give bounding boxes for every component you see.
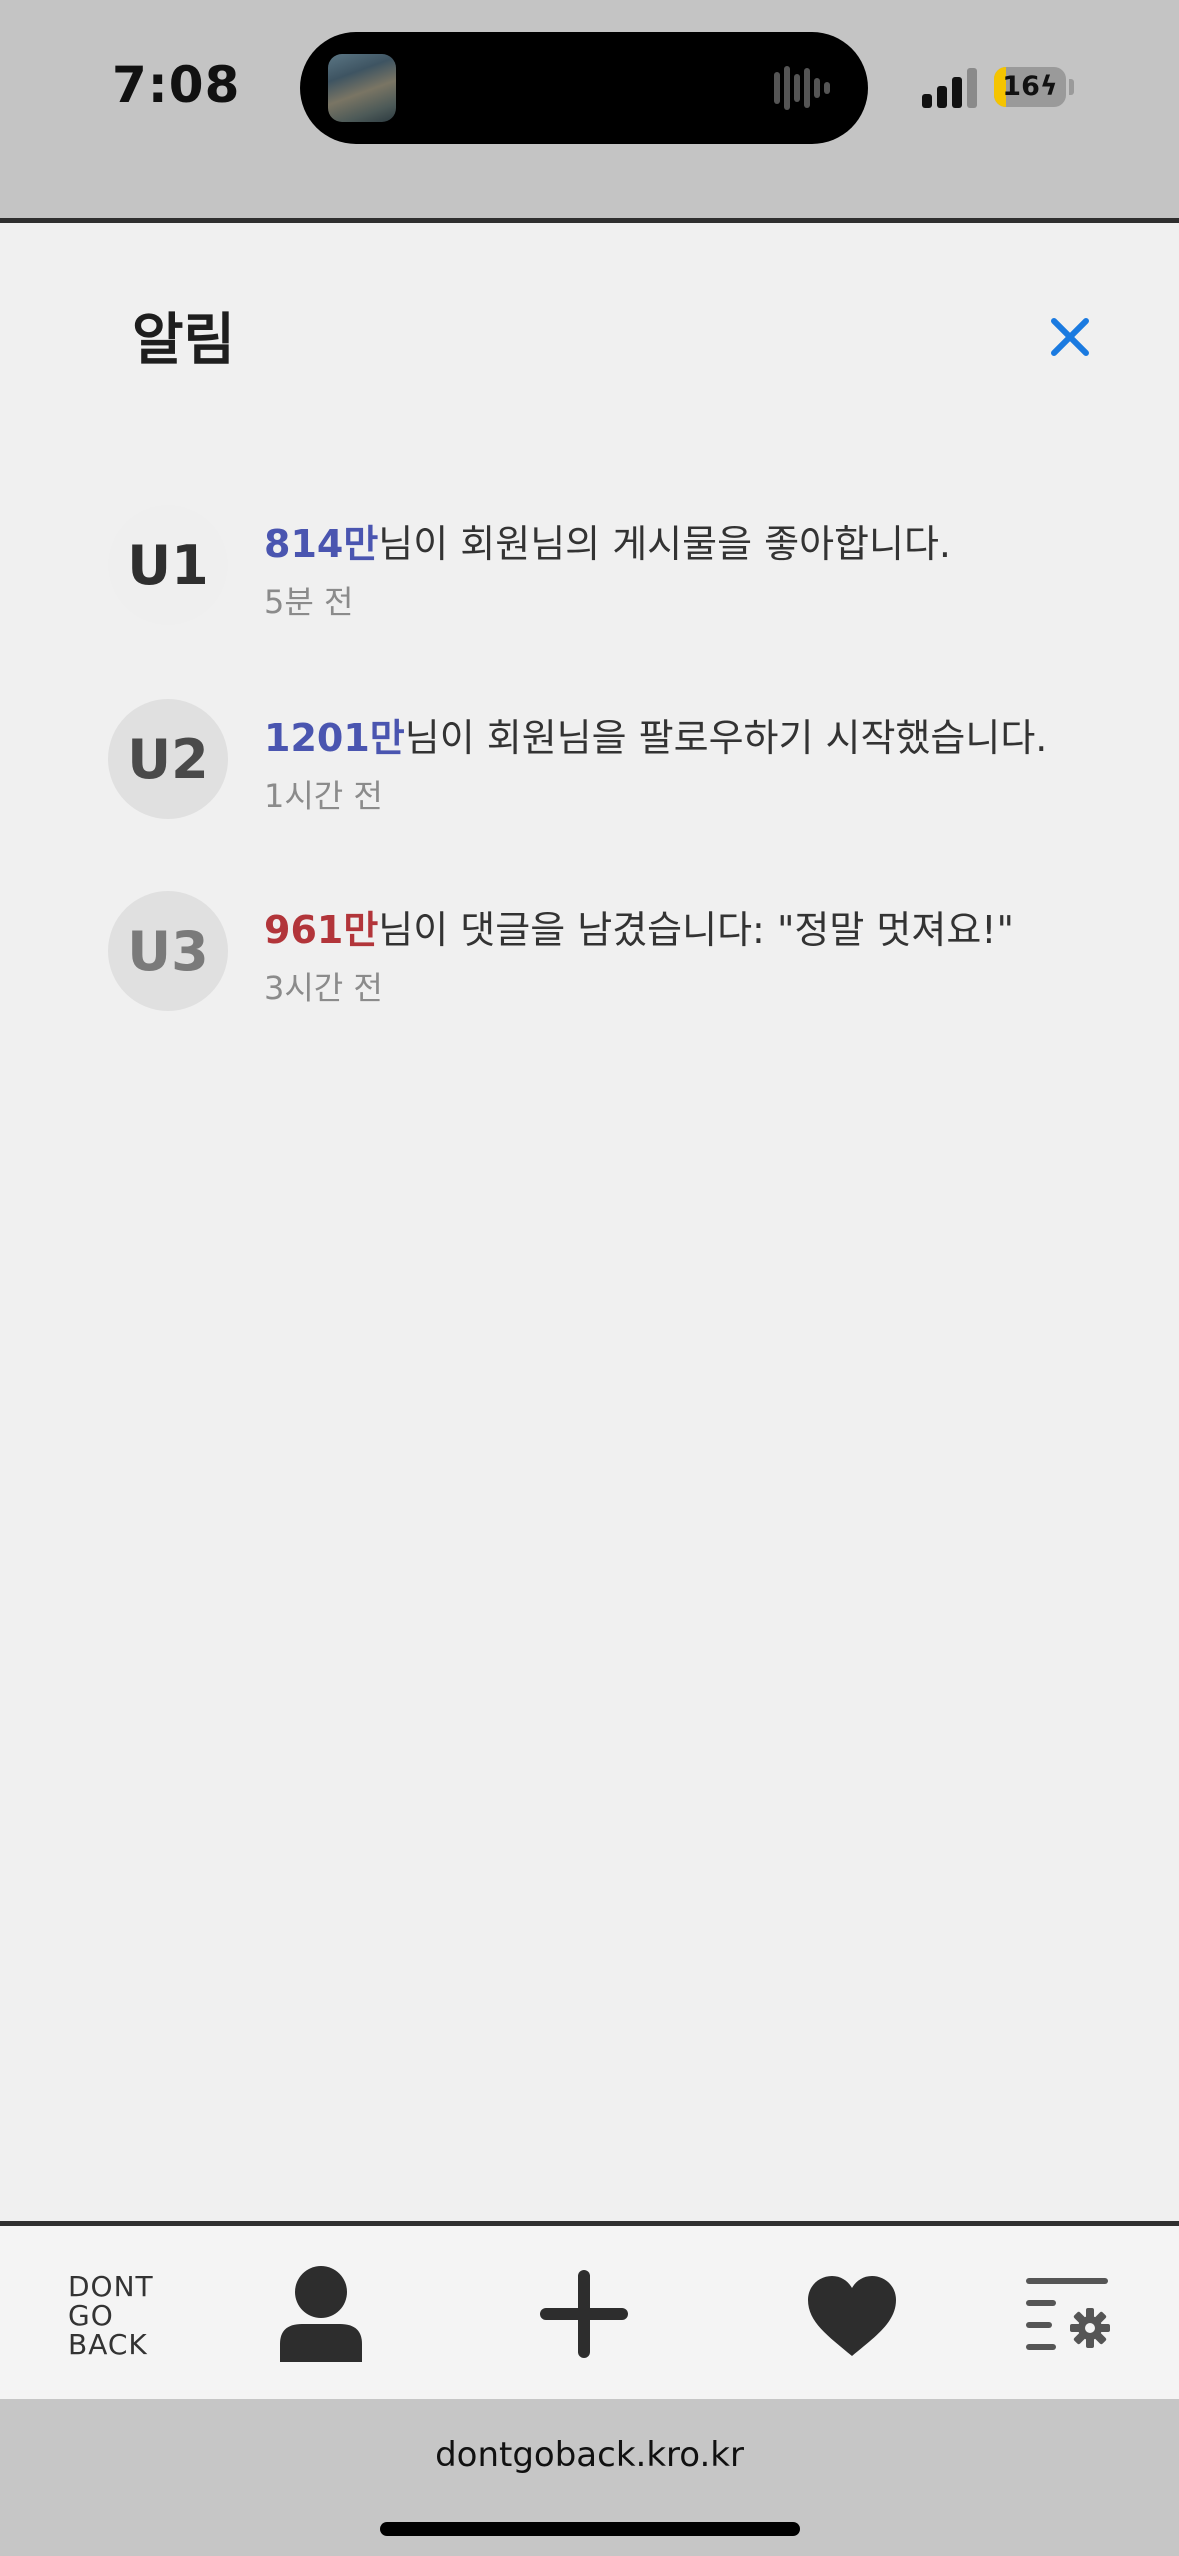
notification-time: 1시간 전	[264, 777, 383, 815]
list-settings-icon[interactable]	[1026, 2276, 1112, 2356]
battery-percent: 16	[1002, 71, 1040, 102]
avatar[interactable]: U3	[108, 891, 228, 1011]
notification-item[interactable]: U2 1201만님이 회원님을 팔로우하기 시작했습니다. 1시간 전	[108, 699, 1108, 819]
notification-user[interactable]: 1201만	[264, 716, 405, 760]
plus-icon[interactable]	[540, 2270, 628, 2358]
charging-bolt-icon: ϟ	[1039, 71, 1058, 102]
notification-time: 3시간 전	[264, 969, 383, 1007]
close-icon[interactable]	[1046, 313, 1094, 361]
notification-message: 님이 회원님의 게시물을 좋아합니다.	[378, 522, 952, 566]
avatar[interactable]: U2	[108, 699, 228, 819]
notification-user[interactable]: 961만	[264, 908, 378, 952]
avatar[interactable]: U1	[108, 505, 228, 625]
status-time: 7:08	[112, 56, 241, 114]
url-text[interactable]: dontgoback.kro.kr	[0, 2435, 1179, 2475]
notification-item[interactable]: U1 814만님이 회원님의 게시물을 좋아합니다. 5분 전	[108, 505, 1108, 625]
logo-line: GO	[68, 2299, 114, 2332]
notification-message: 님이 댓글을 남겼습니다: "정말 멋져요!"	[378, 908, 1015, 952]
cellular-signal-icon	[922, 68, 977, 108]
heart-icon[interactable]	[808, 2276, 896, 2356]
logo-line: BACK	[68, 2328, 148, 2361]
bottom-nav: DONT GO BACK	[0, 2221, 1179, 2399]
logo[interactable]: DONT GO BACK	[68, 2272, 168, 2359]
notification-text: 1201만님이 회원님을 팔로우하기 시작했습니다.	[264, 707, 1047, 762]
logo-line: DONT	[68, 2270, 154, 2303]
notification-item[interactable]: U3 961만님이 댓글을 남겼습니다: "정말 멋져요!" 3시간 전	[108, 891, 1108, 1011]
home-indicator[interactable]	[380, 2522, 800, 2536]
panel-title: 알림	[132, 308, 236, 373]
dynamic-island	[300, 32, 868, 144]
notification-message: 님이 회원님을 팔로우하기 시작했습니다.	[404, 716, 1048, 760]
status-bar: 7:08 16ϟ	[0, 0, 1179, 223]
now-playing-artwork	[328, 54, 396, 122]
notifications-panel: 알림 U1 814만님이 회원님의 게시물을 좋아합니다. 5분 전 U2 12…	[0, 223, 1179, 2221]
battery-cap	[1069, 79, 1074, 95]
browser-address-bar: dontgoback.kro.kr	[0, 2399, 1179, 2556]
person-icon[interactable]	[278, 2266, 364, 2362]
notification-text: 961만님이 댓글을 남겼습니다: "정말 멋져요!"	[264, 899, 1014, 954]
notification-time: 5분 전	[264, 583, 354, 621]
battery-icon: 16ϟ	[994, 67, 1066, 107]
notification-user[interactable]: 814만	[264, 522, 378, 566]
notification-text: 814만님이 회원님의 게시물을 좋아합니다.	[264, 513, 951, 568]
audio-waveform-icon	[774, 66, 830, 110]
